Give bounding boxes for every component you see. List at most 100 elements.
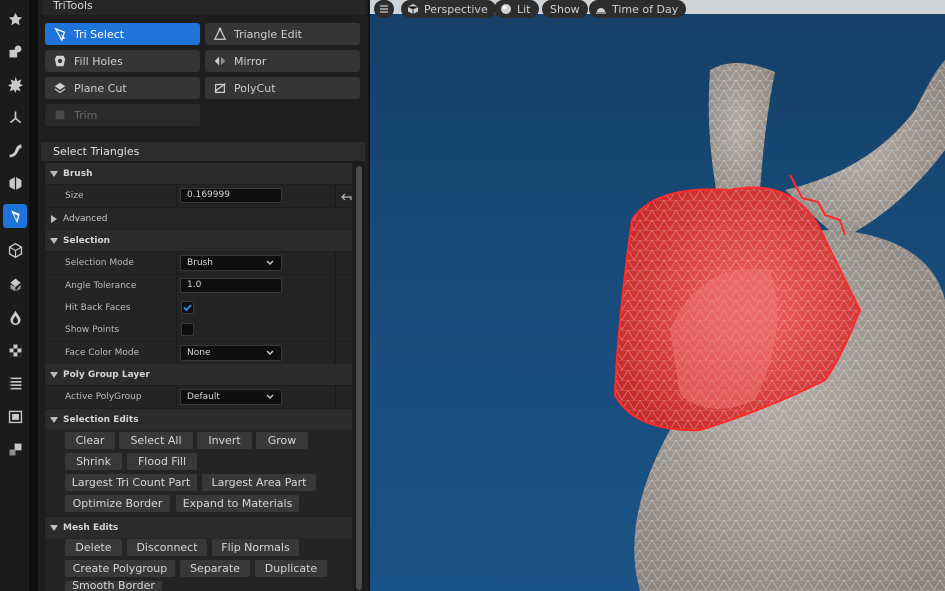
clear-button[interactable]: Clear xyxy=(65,432,115,449)
tool-trim-button: Trim xyxy=(45,104,200,126)
optimize-border-button[interactable]: Optimize Border xyxy=(65,495,170,512)
flip-normals-button[interactable]: Flip Normals xyxy=(212,539,299,556)
transform-axis-icon[interactable] xyxy=(3,105,27,129)
chevron-down-icon xyxy=(45,524,63,531)
hit-back-faces-checkbox[interactable] xyxy=(181,301,194,314)
mirror-icon xyxy=(212,53,228,69)
viewport-menu-button[interactable] xyxy=(374,0,394,18)
tool-label: Fill Holes xyxy=(74,54,123,68)
grow-button[interactable]: Grow xyxy=(256,432,308,449)
section-label: Mesh Edits xyxy=(63,522,119,533)
chevron-down-icon xyxy=(45,416,63,423)
viewport[interactable]: Perspective Lit Show Time of Day xyxy=(370,0,945,591)
selection-mode-row: Selection Mode Brush xyxy=(45,252,352,274)
selection-mode-dropdown[interactable]: Brush xyxy=(180,255,282,271)
shapes-icon[interactable] xyxy=(3,39,27,63)
section-selection-header[interactable]: Selection xyxy=(45,230,352,251)
polycut-icon xyxy=(212,80,228,96)
sun-horizon-icon xyxy=(596,8,606,14)
largest-tri-count-part-button[interactable]: Largest Tri Count Part xyxy=(65,474,197,491)
section-brush-header[interactable]: Brush xyxy=(45,163,352,184)
tri-tools-mode-icon[interactable] xyxy=(3,204,27,228)
polygroups-icon[interactable] xyxy=(3,238,27,262)
chevron-right-icon xyxy=(45,214,63,223)
brush-size-field[interactable]: 0.169999 xyxy=(180,188,282,203)
separate-button[interactable]: Separate xyxy=(180,560,250,577)
baking-icon[interactable] xyxy=(3,404,27,428)
tool-triangle-edit-button[interactable]: Triangle Edit xyxy=(205,23,360,45)
list-icon[interactable] xyxy=(3,371,27,395)
time-of-day-label: Time of Day xyxy=(612,2,679,16)
tool-tri-select-button[interactable]: Tri Select xyxy=(45,23,200,45)
smooth-border-button[interactable]: Smooth Border xyxy=(65,581,162,591)
selection-mode-value: Brush xyxy=(187,258,213,268)
deform-icon[interactable] xyxy=(3,138,27,162)
tool-label: Trim xyxy=(74,108,98,122)
brush-size-label: Size xyxy=(65,191,84,201)
lit-label: Lit xyxy=(517,2,531,16)
tool-label: Mirror xyxy=(234,54,267,68)
hamburger-icon xyxy=(380,5,388,13)
tool-polycut-button[interactable]: PolyCut xyxy=(205,77,360,99)
angle-tolerance-field[interactable]: 1.0 xyxy=(180,278,282,293)
section-selection-edits-header[interactable]: Selection Edits xyxy=(45,409,352,430)
mesh-model-icon[interactable] xyxy=(3,171,27,195)
active-polygroup-row: Active PolyGroup Default xyxy=(45,386,352,408)
trim-icon xyxy=(52,107,68,123)
lit-button[interactable]: Lit xyxy=(494,0,539,18)
section-advanced-header[interactable]: Advanced xyxy=(45,208,352,229)
show-points-checkbox[interactable] xyxy=(181,323,194,336)
tool-plane-cut-button[interactable]: Plane Cut xyxy=(45,77,200,99)
cube-icon xyxy=(407,4,419,14)
selection-mode-label: Selection Mode xyxy=(65,258,134,268)
attributes-drop-icon[interactable] xyxy=(3,305,27,329)
reset-arrow-icon[interactable] xyxy=(339,185,353,207)
shrink-button[interactable]: Shrink xyxy=(65,453,122,470)
angle-tolerance-label: Angle Tolerance xyxy=(65,281,137,291)
hit-back-faces-row: Hit Back Faces xyxy=(45,297,352,319)
panel-gap xyxy=(30,0,38,591)
delete-button[interactable]: Delete xyxy=(65,539,122,556)
section-label: Brush xyxy=(63,168,93,179)
tool-fill-holes-button[interactable]: Fill Holes xyxy=(45,50,200,72)
perspective-button[interactable]: Perspective xyxy=(401,0,496,18)
chevron-down-icon xyxy=(45,371,63,378)
flood-fill-button[interactable]: Flood Fill xyxy=(127,453,197,470)
face-color-mode-label: Face Color Mode xyxy=(65,348,140,358)
active-polygroup-dropdown[interactable]: Default xyxy=(180,389,282,405)
perspective-label: Perspective xyxy=(424,2,488,16)
fill-holes-icon xyxy=(52,53,68,69)
face-color-mode-row: Face Color Mode None xyxy=(45,342,352,364)
section-poly-group-layer-header[interactable]: Poly Group Layer xyxy=(45,364,352,385)
active-polygroup-value: Default xyxy=(187,392,220,402)
chevron-down-icon xyxy=(45,237,63,244)
section-label: Poly Group Layer xyxy=(63,369,150,380)
chevron-down-icon xyxy=(45,170,63,177)
select-all-button[interactable]: Select All xyxy=(119,432,193,449)
disconnect-button[interactable]: Disconnect xyxy=(127,539,207,556)
tool-label: Plane Cut xyxy=(74,81,127,95)
face-color-mode-dropdown[interactable]: None xyxy=(180,345,282,361)
section-mesh-edits-header[interactable]: Mesh Edits xyxy=(45,517,352,538)
tool-mirror-button[interactable]: Mirror xyxy=(205,50,360,72)
details-scrollbar-thumb[interactable] xyxy=(356,166,362,590)
largest-area-part-button[interactable]: Largest Area Part xyxy=(202,474,316,491)
voxel-icon[interactable] xyxy=(3,272,27,296)
create-polygroup-button[interactable]: Create Polygroup xyxy=(65,560,175,577)
time-of-day-button[interactable]: Time of Day xyxy=(589,0,687,18)
section-label: Selection Edits xyxy=(63,414,139,425)
favorites-star-icon[interactable] xyxy=(3,7,27,31)
tri-select-icon xyxy=(52,26,68,42)
expand-to-materials-button[interactable]: Expand to Materials xyxy=(176,495,299,512)
uv-checker-icon[interactable] xyxy=(3,338,27,362)
chevron-down-icon xyxy=(266,394,274,399)
editor-window: TriTools Tri Select Triangle Edit Fill H… xyxy=(0,0,945,591)
transfer-icon[interactable] xyxy=(3,437,27,461)
duplicate-button[interactable]: Duplicate xyxy=(255,560,327,577)
show-points-label: Show Points xyxy=(65,325,120,335)
tool-label: PolyCut xyxy=(234,81,276,95)
active-polygroup-label: Active PolyGroup xyxy=(65,392,142,402)
invert-button[interactable]: Invert xyxy=(197,432,252,449)
show-button[interactable]: Show xyxy=(542,0,588,18)
create-burst-icon[interactable] xyxy=(3,72,27,96)
